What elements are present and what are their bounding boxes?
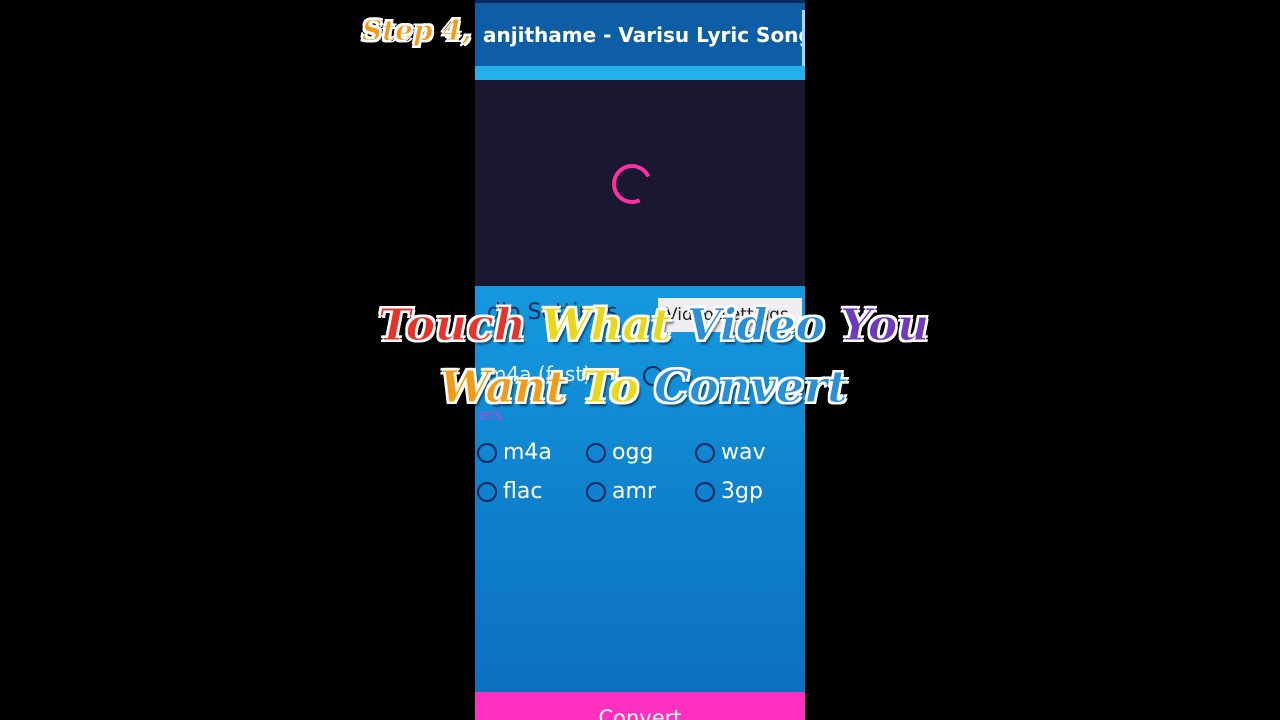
video-title-bar: anjithame - Varisu Lyric Song (Ta...	[475, 0, 805, 66]
radio-icon[interactable]	[695, 442, 715, 463]
format-option-amr[interactable]: amr	[586, 479, 656, 504]
spinner-icon	[606, 158, 658, 210]
format-option-m4a[interactable]: m4a	[477, 440, 552, 465]
format-label: flac	[503, 479, 543, 504]
video-title: anjithame - Varisu Lyric Song (Ta...	[483, 23, 805, 47]
radio-icon[interactable]	[695, 481, 715, 502]
format-option-ogg[interactable]: ogg	[586, 440, 653, 465]
radio-icon[interactable]	[477, 481, 497, 502]
headline-word: Want	[439, 362, 567, 414]
headline-word: Touch	[378, 300, 527, 352]
format-label: wav	[721, 440, 766, 465]
radio-icon[interactable]	[477, 442, 497, 463]
headline-word: To	[581, 362, 639, 414]
format-label: m4a	[503, 440, 552, 465]
format-option-wav[interactable]: wav	[695, 440, 766, 465]
headline-line-2: Want To Convert	[439, 362, 848, 414]
scroll-indicator	[802, 10, 805, 66]
format-option-3gp[interactable]: 3gp	[695, 479, 763, 504]
step-caption: Step 4,	[362, 14, 473, 48]
headline-word: What	[541, 300, 672, 352]
format-label: amr	[612, 479, 656, 504]
convert-button[interactable]: Convert	[475, 692, 805, 720]
headline-word: Convert	[654, 362, 848, 414]
headline-line-1: Touch What Video You	[378, 300, 930, 352]
headline-word: You	[840, 300, 930, 352]
radio-icon[interactable]	[586, 442, 606, 463]
step-label: Step 4,	[362, 14, 473, 48]
phone-screen: anjithame - Varisu Lyric Song (Ta... dio…	[475, 0, 805, 720]
video-preview[interactable]	[475, 80, 805, 286]
radio-icon[interactable]	[586, 481, 606, 502]
format-label: ogg	[612, 440, 654, 465]
divider-strip	[475, 66, 805, 80]
format-option-flac[interactable]: flac	[477, 479, 542, 504]
format-label: 3gp	[721, 479, 763, 504]
headline-word: Video	[686, 300, 825, 352]
